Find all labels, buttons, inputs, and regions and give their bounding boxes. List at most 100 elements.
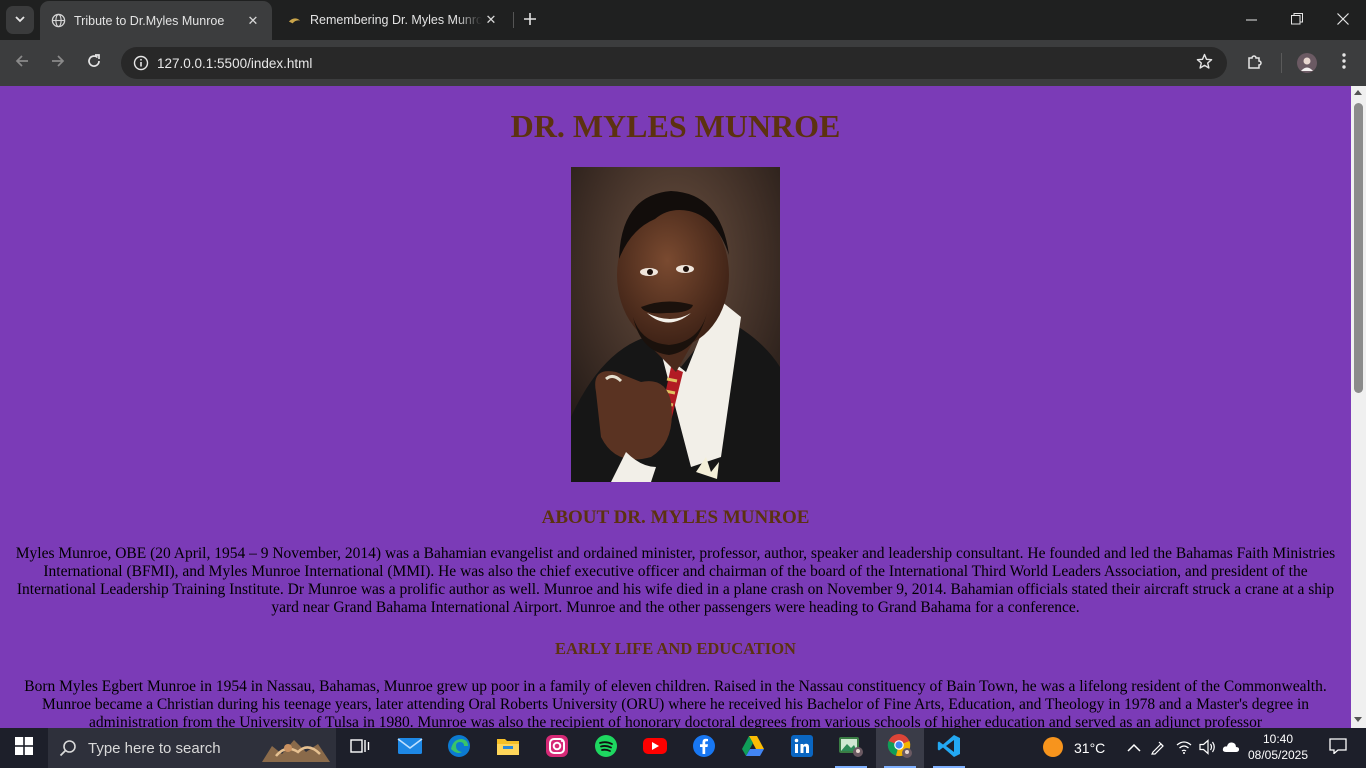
about-paragraph: Myles Munroe, OBE (20 April, 1954 – 9 No… [15,545,1336,616]
taskbar-youtube[interactable] [631,728,679,768]
browser-toolbar: 127.0.0.1:5500/index.html [0,40,1366,86]
arrow-left-icon [14,53,30,74]
puzzle-icon [1246,52,1264,75]
more-vertical-icon [1342,52,1346,74]
weather-temperature: 31°C [1074,740,1106,756]
taskbar-facebook[interactable] [680,728,728,768]
about-heading: ABOUT DR. MYLES MUNROE [541,507,810,528]
facebook-icon [692,734,716,763]
search-icon [48,739,88,757]
mail-icon [397,736,423,761]
pen-icon [1150,739,1166,758]
tab-strip: Tribute to Dr.Myles Munroe ✕ Remembering… [0,0,1366,40]
scrollbar-thumb[interactable] [1354,103,1363,393]
start-button[interactable] [0,728,48,768]
browser-menu-button[interactable] [1330,49,1358,77]
reload-icon [86,53,102,74]
weather-widget[interactable]: 31°C [1042,728,1105,768]
arrow-right-icon [50,53,66,74]
taskbar-vscode[interactable] [925,728,973,768]
new-tab-button[interactable] [518,8,542,32]
taskbar-linkedin[interactable] [778,728,826,768]
page-viewport: DR. MYLES MUNROE ABOUT DR. MYLES MUNROE … [0,86,1366,728]
google-drive-icon [741,735,765,762]
task-view-button[interactable] [336,728,384,768]
plus-icon [523,9,537,32]
youtube-icon [642,736,668,761]
taskbar-google-drive[interactable] [729,728,777,768]
notification-icon [1329,737,1347,759]
bookmark-star-icon[interactable] [1196,53,1213,75]
restore-button[interactable] [1274,0,1320,40]
early-life-paragraph: Born Myles Egbert Munroe in 1954 in Nass… [24,678,1327,728]
chrome-icon [887,733,913,764]
volume-button[interactable] [1199,728,1217,768]
taskbar-mail[interactable] [386,728,434,768]
chevron-down-icon [14,13,26,28]
page-title: DR. MYLES MUNROE [510,108,841,144]
tab-title: Tribute to Dr.Myles Munroe [74,13,225,28]
minimize-button[interactable] [1228,0,1274,40]
globe-icon [50,13,66,29]
address-bar[interactable]: 127.0.0.1:5500/index.html [121,47,1227,79]
close-tab-icon[interactable]: ✕ [482,11,500,29]
windows-taskbar: Type here to search 31°C 10:40 08/05/202… [0,728,1366,768]
onedrive-button[interactable] [1222,728,1240,768]
close-tab-icon[interactable]: ✕ [244,12,262,30]
notification-center-button[interactable] [1318,728,1358,768]
early-life-heading: EARLY LIFE AND EDUCATION [555,639,796,658]
chevron-up-icon [1127,740,1141,756]
taskbar-clock[interactable]: 10:40 08/05/2025 [1246,731,1310,763]
tab-tribute[interactable]: Tribute to Dr.Myles Munroe ✕ [40,1,272,40]
tab-search-button[interactable] [6,6,34,34]
scroll-down-arrow-icon[interactable] [1354,717,1362,722]
tab-separator [513,12,514,28]
clock-time: 10:40 [1262,732,1294,746]
taskbar-chrome[interactable] [876,728,924,768]
taskbar-search-box[interactable]: Type here to search [48,728,336,768]
speaker-icon [1199,738,1217,758]
windows-logo-icon [15,736,33,760]
clock-date: 08/05/2025 [1247,748,1309,762]
instagram-icon [545,734,569,763]
page-content: DR. MYLES MUNROE ABOUT DR. MYLES MUNROE … [0,86,1351,728]
linkedin-icon [790,734,814,763]
tab-remembering[interactable]: Remembering Dr. Myles Munroe ✕ [276,0,510,40]
pen-menu-button[interactable] [1150,728,1166,768]
minimize-icon [1245,12,1257,28]
taskbar-spotify[interactable] [582,728,630,768]
search-placeholder: Type here to search [88,739,221,757]
sun-icon [1042,736,1064,761]
edge-icon [447,734,471,763]
url-text[interactable]: 127.0.0.1:5500/index.html [157,56,312,71]
close-window-button[interactable] [1320,0,1366,40]
network-button[interactable] [1176,728,1192,768]
scroll-up-arrow-icon[interactable] [1354,90,1362,95]
toolbar-divider [1281,53,1282,73]
forward-button[interactable] [44,49,72,77]
portrait-image [571,167,780,482]
extensions-button[interactable] [1241,49,1269,77]
wifi-icon [1176,740,1192,757]
profile-avatar[interactable] [1297,53,1317,73]
site-logo-icon [286,12,302,28]
folder-icon [496,736,520,761]
spotify-icon [594,734,618,763]
taskbar-file-explorer[interactable] [484,728,532,768]
task-view-icon [350,737,370,760]
search-highlight-illustration [262,734,330,762]
taskbar-instagram[interactable] [533,728,581,768]
photo-app-icon [838,734,864,763]
back-button[interactable] [8,49,36,77]
vscode-icon [937,734,961,763]
show-hidden-icons-button[interactable] [1127,728,1141,768]
site-info-icon[interactable] [125,55,157,71]
page-scrollbar[interactable] [1351,86,1366,728]
taskbar-edge[interactable] [435,728,483,768]
reload-button[interactable] [80,49,108,77]
restore-icon [1291,12,1303,28]
cloud-icon [1222,740,1240,756]
taskbar-app-profile[interactable] [827,728,875,768]
close-icon [1337,12,1349,28]
tab-title: Remembering Dr. Myles Munroe [310,13,482,27]
